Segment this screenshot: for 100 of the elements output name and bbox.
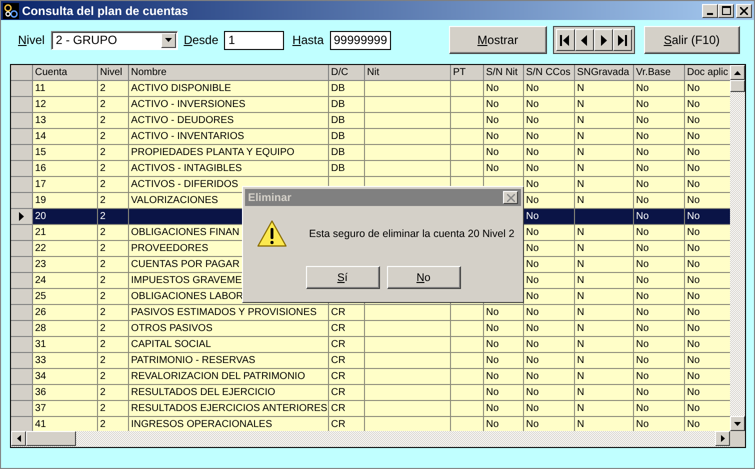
table-cell: No (484, 97, 524, 113)
table-cell: N (575, 177, 634, 193)
table-cell: CR (329, 401, 365, 417)
yes-button[interactable]: Sí (306, 266, 380, 289)
table-cell: No (484, 337, 524, 353)
table-cell: No (634, 161, 685, 177)
mostrar-button[interactable]: Mostrar (448, 26, 547, 54)
scroll-thumb[interactable] (730, 80, 745, 92)
table-cell: No (524, 81, 575, 97)
table-cell: 2 (98, 273, 129, 289)
table-cell: ACTIVO - DEUDORES (129, 113, 329, 129)
close-icon (740, 6, 748, 14)
table-cell: 37 (33, 401, 98, 417)
right-triangle-icon (600, 34, 607, 46)
table-cell: 23 (33, 257, 98, 273)
column-header[interactable]: Nit (365, 65, 451, 81)
table-cell: No (634, 289, 685, 305)
table-cell: No (634, 113, 685, 129)
table-cell: No (484, 353, 524, 369)
column-header[interactable]: SNGravada (575, 65, 634, 81)
table-cell: No (634, 81, 685, 97)
table-cell: N (575, 113, 634, 129)
table-cell: PASIVOS ESTIMADOS Y PROVISIONES (129, 305, 329, 321)
scroll-down-button[interactable] (730, 416, 745, 431)
row-header[interactable] (11, 209, 33, 225)
column-header[interactable]: Vr.Base (634, 65, 685, 81)
table-cell: No (524, 385, 575, 401)
left-triangle-icon (580, 34, 588, 46)
table-cell: PATRIMONIO - RESERVAS (129, 353, 329, 369)
table-cell: 2 (98, 177, 129, 193)
minimize-button[interactable] (702, 4, 718, 18)
horizontal-scrollbar[interactable] (11, 431, 745, 447)
column-header[interactable]: Nombre (129, 65, 329, 81)
table-cell: CR (329, 321, 365, 337)
desde-field[interactable]: 1 (224, 30, 284, 50)
table-cell: ACTIVO - INVERSIONES (129, 97, 329, 113)
column-header[interactable]: S/N CCos (524, 65, 575, 81)
column-header[interactable]: PT (451, 65, 484, 81)
table-cell: N (575, 161, 634, 177)
column-header[interactable]: Cuenta (33, 65, 98, 81)
table-cell: 31 (33, 337, 98, 353)
table-cell: No (634, 321, 685, 337)
table-cell: N (575, 241, 634, 257)
table-cell: 20 (33, 209, 98, 225)
close-button[interactable] (736, 4, 752, 18)
warning-icon (257, 220, 287, 248)
app-icon (3, 2, 19, 18)
table-cell: DB (329, 113, 365, 129)
table-cell: N (575, 305, 634, 321)
close-button[interactable] (503, 191, 518, 204)
column-header[interactable]: D/C (329, 65, 365, 81)
table-cell: No (634, 145, 685, 161)
up-arrow-icon (734, 70, 741, 74)
scroll-up-button[interactable] (730, 65, 745, 80)
table-cell (451, 401, 484, 417)
table-cell: 2 (98, 369, 129, 385)
table-cell: No (634, 97, 685, 113)
table-cell: No (484, 161, 524, 177)
table-cell: 34 (33, 369, 98, 385)
table-cell: 12 (33, 97, 98, 113)
scroll-left-button[interactable] (11, 431, 26, 446)
table-cell (451, 369, 484, 385)
hasta-field[interactable]: 99999999 (330, 30, 391, 50)
scroll-thumb[interactable] (26, 431, 76, 446)
column-header[interactable]: S/N Nit (484, 65, 524, 81)
table-cell: No (484, 321, 524, 337)
table-cell: N (575, 257, 634, 273)
table-cell: No (484, 113, 524, 129)
table-cell: PROPIEDADES PLANTA Y EQUIPO (129, 145, 329, 161)
next-record-button[interactable] (594, 29, 613, 51)
table-cell: 2 (98, 129, 129, 145)
table-cell: 2 (98, 257, 129, 273)
scroll-right-button[interactable] (715, 431, 730, 446)
first-record-button[interactable] (556, 29, 575, 51)
column-header[interactable]: Doc aplic (685, 65, 730, 81)
skip-end-icon (617, 34, 628, 46)
maximize-button[interactable] (718, 4, 734, 18)
caret-icon (164, 38, 172, 42)
previous-record-button[interactable] (574, 29, 594, 51)
table-cell: 2 (98, 225, 129, 241)
exit-button[interactable]: Salir (F10) (644, 26, 740, 54)
last-record-button[interactable] (612, 29, 632, 51)
table-cell: N (575, 81, 634, 97)
window-title: Consulta del plan de cuentas (22, 4, 190, 18)
table-cell: CR (329, 385, 365, 401)
column-header[interactable]: Nivel (98, 65, 129, 81)
table-cell: No (685, 209, 730, 225)
table-cell: 13 (33, 113, 98, 129)
table-cell (451, 385, 484, 401)
no-button[interactable]: No (386, 266, 460, 289)
table-cell: No (634, 305, 685, 321)
nivel-dropdown[interactable]: 2 - GRUPO (50, 30, 178, 50)
vertical-scrollbar[interactable] (730, 65, 745, 431)
table-cell: No (634, 353, 685, 369)
table-cell: DB (329, 145, 365, 161)
table-cell: N (575, 385, 634, 401)
table-cell: No (524, 129, 575, 145)
table-cell: RESULTADOS DEL EJERCICIO (129, 385, 329, 401)
table-cell: No (524, 401, 575, 417)
table-cell: CR (329, 353, 365, 369)
